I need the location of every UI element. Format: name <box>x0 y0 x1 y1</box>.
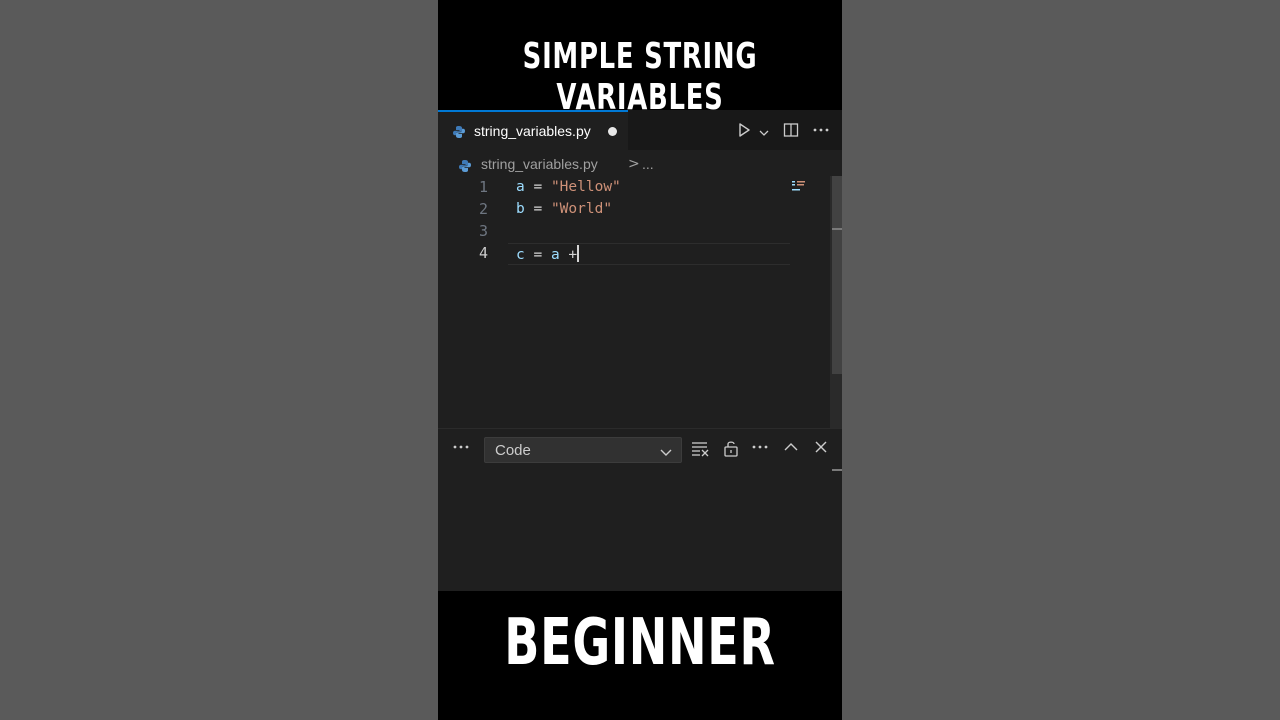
line-number: 2 <box>478 200 488 218</box>
unsaved-dot-icon[interactable] <box>608 127 617 136</box>
code-token: "World" <box>550 201 613 217</box>
code-line[interactable]: a = "Hellow" <box>516 179 621 195</box>
more-icon[interactable] <box>452 439 470 459</box>
top-title: SIMPLE STRING VARIABLES <box>522 36 758 118</box>
minimap[interactable] <box>792 176 808 195</box>
code-token: "Hellow" <box>550 179 621 195</box>
panel-scroll-marker <box>832 469 842 471</box>
text-cursor <box>577 245 580 262</box>
run-icon[interactable] <box>736 122 752 142</box>
tab-label: string_variables.py <box>474 123 591 139</box>
tab-bar: string_variables.py <box>438 110 842 150</box>
chevron-down-icon[interactable] <box>758 124 770 143</box>
line-number: 4 <box>478 244 488 262</box>
editor-tab[interactable]: string_variables.py <box>438 110 628 150</box>
breadcrumb-separator: > <box>628 156 640 172</box>
video-frame: SIMPLE STRING VARIABLES string_variables… <box>438 0 842 720</box>
code-token: + <box>559 247 578 263</box>
output-channel-value: Code <box>495 442 531 459</box>
code-token: c <box>516 247 525 263</box>
output-panel: Code <box>438 428 842 591</box>
more-actions-icon[interactable] <box>751 439 769 459</box>
breadcrumb-file[interactable]: string_variables.py <box>481 156 598 172</box>
breadcrumb-more[interactable]: ... <box>642 156 654 172</box>
clear-output-icon[interactable] <box>691 439 709 461</box>
background-left <box>0 0 438 720</box>
code-line[interactable]: c = a + <box>516 245 580 263</box>
bottom-title: BEGINNER <box>504 606 776 680</box>
code-token: b <box>516 201 525 217</box>
split-editor-icon[interactable] <box>783 122 799 142</box>
chevron-up-icon[interactable] <box>783 439 799 459</box>
scrollbar-cursor-marker <box>832 228 842 230</box>
chevron-down-icon <box>659 444 673 463</box>
close-icon[interactable] <box>813 439 829 459</box>
background-right <box>842 0 1280 720</box>
code-token: = <box>524 247 551 263</box>
code-line[interactable]: b = "World" <box>516 201 612 217</box>
output-channel-select[interactable]: Code <box>484 437 682 463</box>
code-editor: string_variables.py string_variables.py … <box>438 110 842 428</box>
code-token: = <box>524 179 551 195</box>
code-token: a <box>550 247 560 263</box>
line-number: 1 <box>478 178 488 196</box>
line-number: 3 <box>478 222 488 240</box>
lock-icon[interactable] <box>723 439 739 461</box>
python-icon <box>452 124 466 143</box>
scrollbar-thumb[interactable] <box>832 176 842 374</box>
code-token: a <box>516 179 525 195</box>
python-icon <box>458 158 472 177</box>
more-actions-icon[interactable] <box>812 122 830 142</box>
code-token: = <box>524 201 551 217</box>
